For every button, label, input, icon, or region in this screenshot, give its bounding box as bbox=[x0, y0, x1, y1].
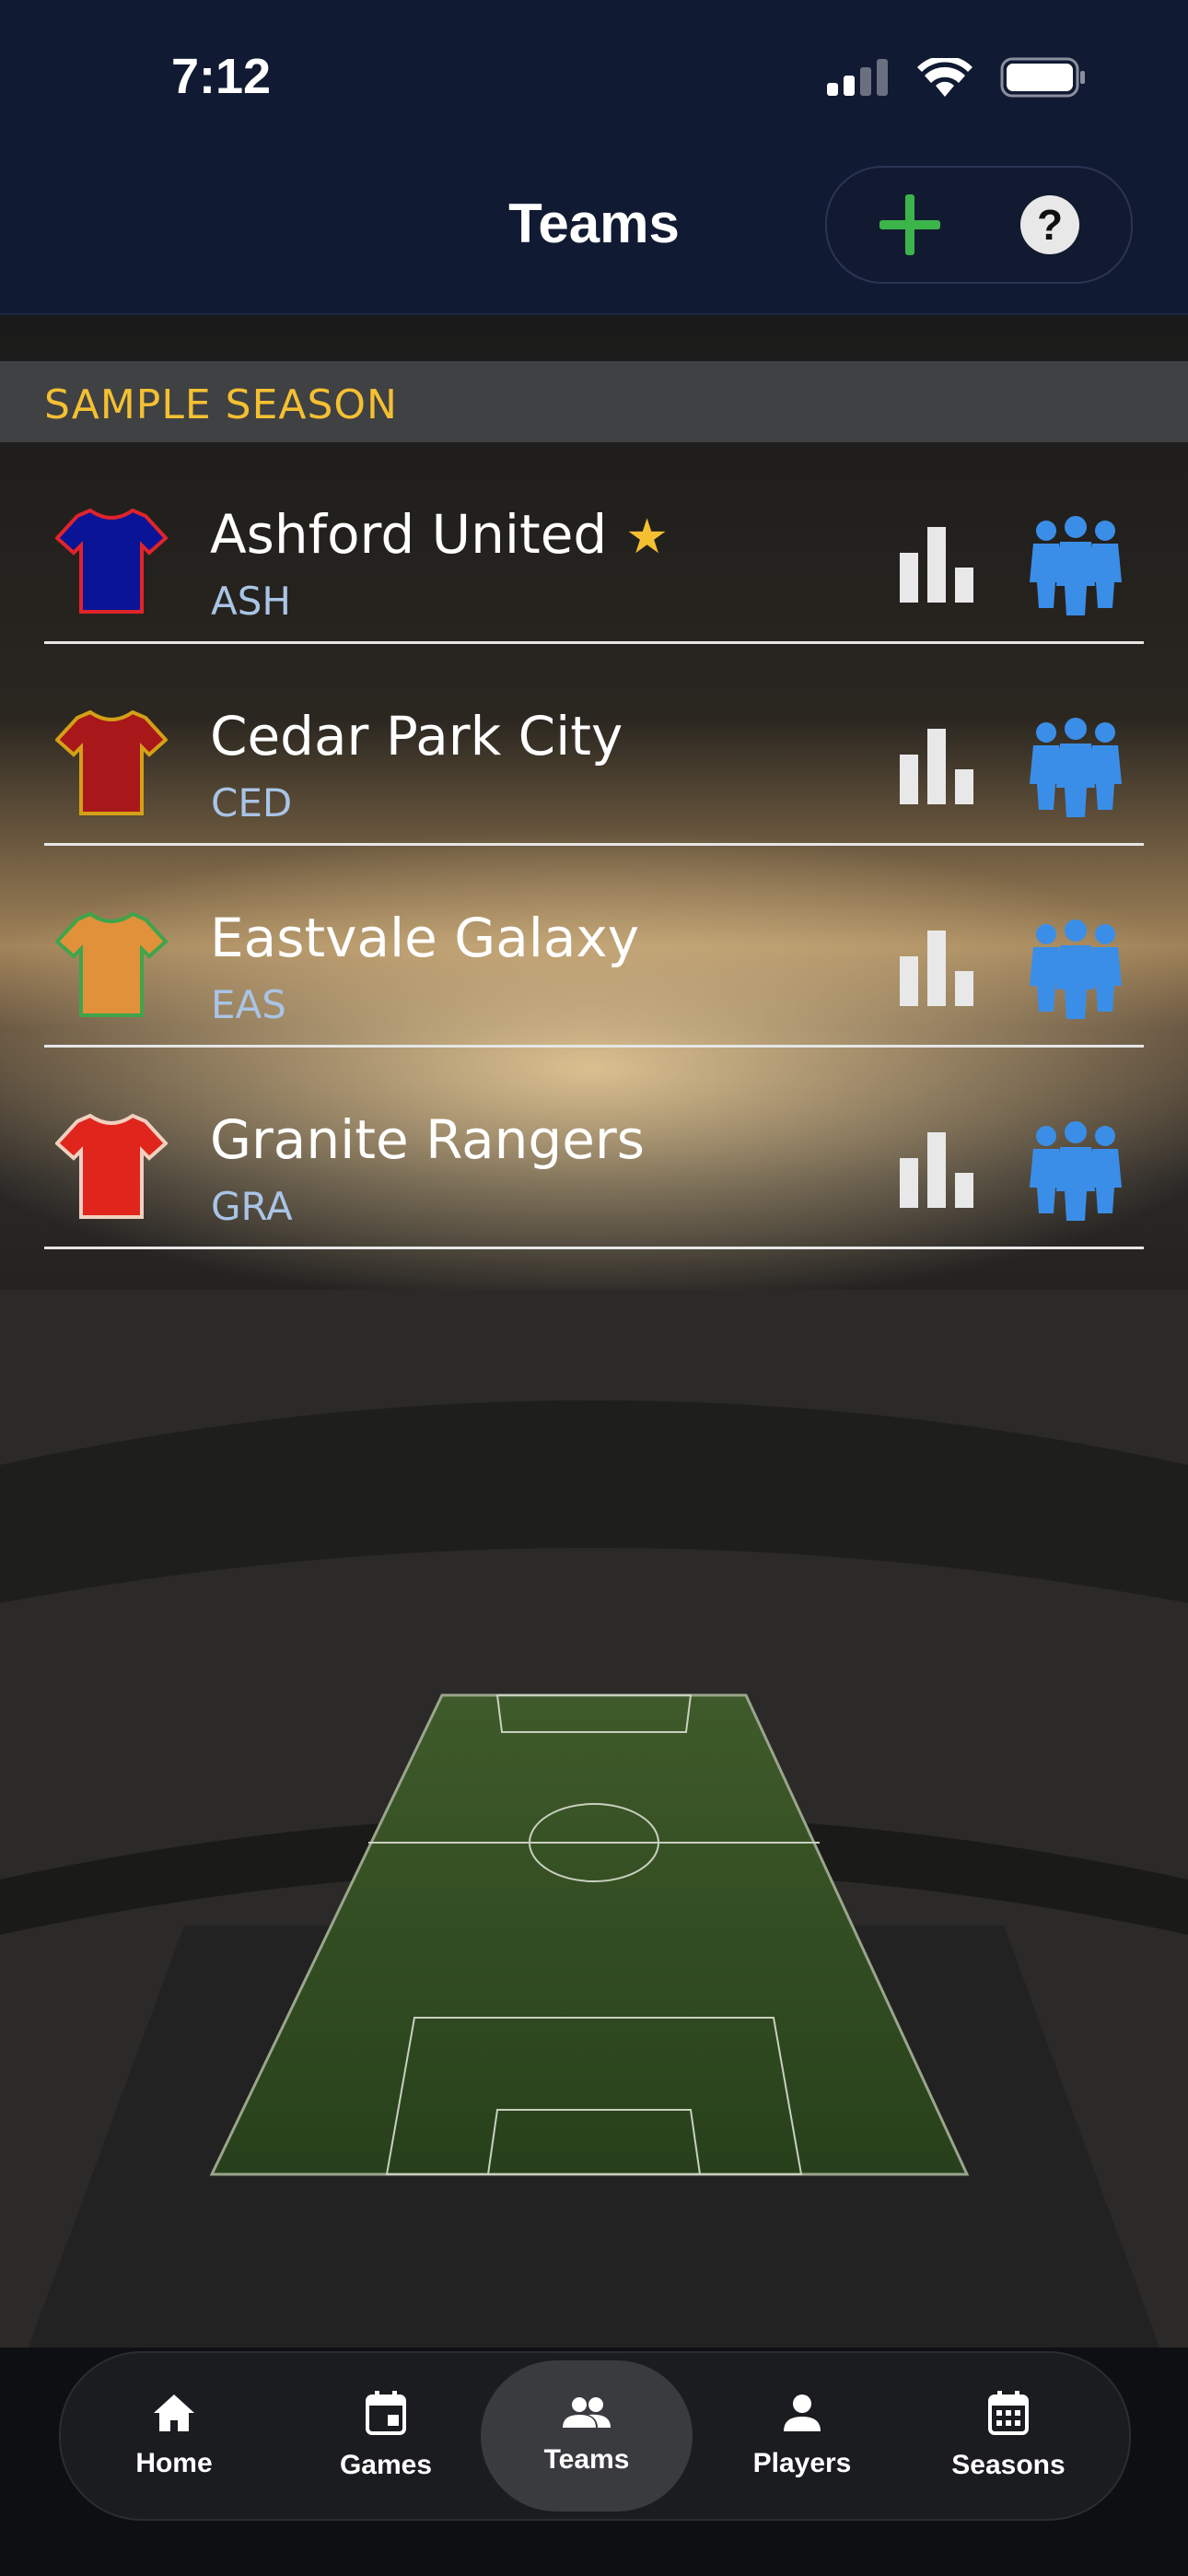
tab-players[interactable]: Players bbox=[696, 2360, 908, 2512]
team-abbreviation: ASH bbox=[211, 579, 291, 624]
add-team-button[interactable] bbox=[853, 168, 967, 282]
team-abbreviation: EAS bbox=[211, 982, 286, 1027]
jersey-icon bbox=[55, 508, 168, 614]
tab-label: Home bbox=[135, 2448, 213, 2478]
roster-icon[interactable] bbox=[1030, 919, 1122, 1019]
calendar-grid-icon bbox=[988, 2391, 1029, 2435]
tab-label: Seasons bbox=[951, 2450, 1066, 2480]
tab-label: Games bbox=[339, 2450, 433, 2480]
jersey-icon bbox=[55, 1113, 168, 1219]
status-time: 7:12 bbox=[171, 49, 272, 104]
team-abbreviation: CED bbox=[211, 780, 293, 825]
stats-icon[interactable] bbox=[898, 929, 975, 1006]
roster-icon[interactable] bbox=[1030, 1121, 1122, 1221]
team-name: Ashford United ★ bbox=[210, 503, 669, 566]
tab-label: Players bbox=[752, 2448, 852, 2478]
home-icon bbox=[154, 2395, 194, 2431]
team-row[interactable]: Cedar Park City CED bbox=[0, 644, 1188, 846]
roster-icon[interactable] bbox=[1030, 516, 1122, 615]
status-icons bbox=[827, 57, 1087, 98]
team-row[interactable]: Eastvale Galaxy EAS bbox=[0, 846, 1188, 1048]
tab-games[interactable]: Games bbox=[280, 2360, 492, 2512]
status-bar: 7:12 bbox=[0, 0, 1188, 157]
stats-icon[interactable] bbox=[898, 727, 975, 804]
cellular-signal-icon bbox=[827, 59, 888, 96]
nav-actions-group: ? bbox=[825, 166, 1133, 284]
season-section-header: SAMPLE SEASON bbox=[0, 361, 1188, 442]
roster-icon[interactable] bbox=[1030, 718, 1122, 817]
tab-home[interactable]: Home bbox=[68, 2360, 280, 2512]
team-name: Eastvale Galaxy bbox=[210, 907, 640, 969]
jersey-icon bbox=[55, 911, 168, 1017]
team-abbreviation: GRA bbox=[211, 1184, 293, 1229]
tab-bar: Home Games Teams Players Seasons bbox=[59, 2351, 1131, 2521]
tab-label: Teams bbox=[543, 2444, 630, 2475]
team-name: Granite Rangers bbox=[210, 1108, 645, 1171]
wifi-icon bbox=[917, 58, 973, 97]
help-icon: ? bbox=[1020, 195, 1079, 254]
favorite-star-icon[interactable]: ★ bbox=[625, 509, 669, 565]
calendar-icon bbox=[366, 2391, 406, 2435]
teams-icon bbox=[563, 2397, 611, 2428]
navigation-bar: Teams ? bbox=[0, 157, 1188, 315]
plus-icon bbox=[879, 194, 940, 255]
season-label: SAMPLE SEASON bbox=[44, 381, 398, 428]
help-button[interactable]: ? bbox=[993, 168, 1107, 282]
team-list: Ashford United★ ASH Cedar Park City CED bbox=[0, 442, 1188, 1249]
team-row[interactable]: Granite Rangers GRA bbox=[0, 1048, 1188, 1249]
tab-teams[interactable]: Teams bbox=[481, 2360, 693, 2512]
team-row[interactable]: Ashford United ★ ASH bbox=[0, 442, 1188, 644]
battery-icon bbox=[1000, 57, 1085, 98]
team-name: Cedar Park City bbox=[210, 705, 623, 767]
stats-icon[interactable] bbox=[898, 525, 975, 603]
person-icon bbox=[784, 2395, 821, 2431]
jersey-icon bbox=[55, 709, 168, 815]
tab-seasons[interactable]: Seasons bbox=[903, 2360, 1114, 2512]
stats-icon[interactable] bbox=[898, 1130, 975, 1208]
